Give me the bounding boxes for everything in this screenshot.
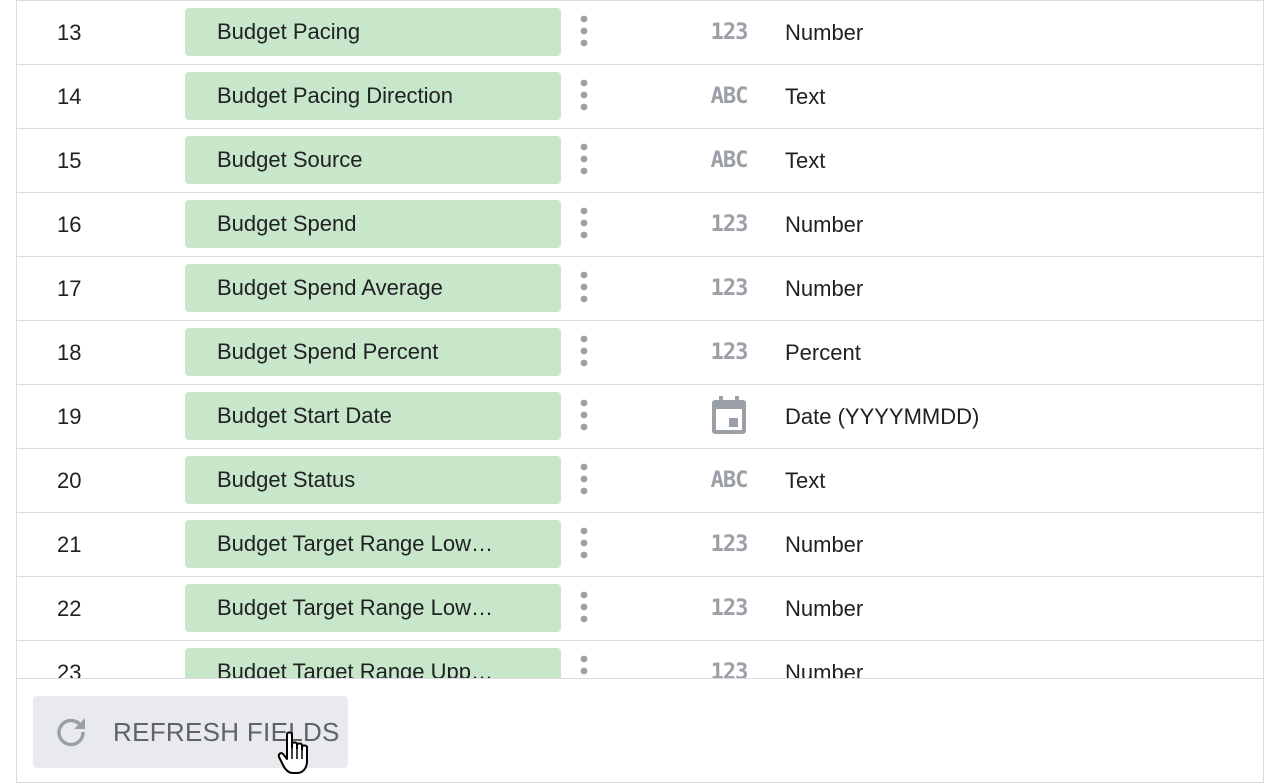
text-type-icon: ABC [710, 467, 749, 493]
field-type: Text [785, 84, 826, 109]
field-chip[interactable]: Budget Spend [185, 200, 561, 248]
number-type-icon: 123 [710, 531, 749, 557]
row-index: 14 [57, 84, 82, 109]
hand-cursor-icon [277, 731, 308, 774]
field-type: Number [785, 276, 864, 301]
table-row: 14 Budget Pacing Direction ABC Text [17, 64, 1263, 128]
table-row: 22 Budget Target Range Low… 123 Number [17, 576, 1263, 640]
field-chip[interactable]: Budget Spend Average [185, 264, 561, 312]
field-chip[interactable]: Budget Target Range Upp… [185, 648, 561, 678]
row-index: 13 [57, 20, 82, 45]
number-type-icon: 123 [710, 339, 749, 365]
table-row: 20 Budget Status ABC Text [17, 448, 1263, 512]
number-type-icon: 123 [710, 19, 749, 45]
table-row: 19 Budget Start Date Date (YYYYMMDD) [17, 384, 1263, 448]
table-row: 16 Budget Spend 123 Number [17, 192, 1263, 256]
number-type-icon: 123 [710, 211, 749, 237]
more-vert-icon[interactable] [575, 591, 593, 625]
field-type: Text [785, 468, 826, 493]
row-index: 20 [57, 468, 82, 493]
field-chip[interactable]: Budget Status [185, 456, 561, 504]
more-vert-icon[interactable] [575, 655, 593, 678]
field-chip[interactable]: Budget Source [185, 136, 561, 184]
more-vert-icon[interactable] [575, 463, 593, 497]
calendar-icon [705, 396, 753, 434]
number-type-icon: 123 [710, 595, 749, 621]
more-vert-icon[interactable] [575, 527, 593, 561]
more-vert-icon[interactable] [575, 143, 593, 177]
row-index: 17 [57, 276, 82, 301]
field-list[interactable]: 13 Budget Pacing 123 Number 14 Budget Pa… [17, 0, 1263, 678]
table-row: 21 Budget Target Range Low… 123 Number [17, 512, 1263, 576]
number-type-icon: 123 [710, 659, 749, 679]
field-chip[interactable]: Budget Pacing [185, 8, 561, 56]
text-type-icon: ABC [710, 83, 749, 109]
row-index: 15 [57, 148, 82, 173]
field-type: Number [785, 20, 864, 45]
fields-panel: 13 Budget Pacing 123 Number 14 Budget Pa… [16, 0, 1264, 783]
field-chip[interactable]: Budget Spend Percent [185, 328, 561, 376]
row-index: 23 [57, 660, 82, 678]
field-chip[interactable]: Budget Target Range Low… [185, 520, 561, 568]
more-vert-icon[interactable] [575, 335, 593, 369]
field-type: Percent [785, 340, 861, 365]
table-row: 13 Budget Pacing 123 Number [17, 0, 1263, 64]
table-row: 23 Budget Target Range Upp… 123 Number [17, 640, 1263, 678]
more-vert-icon[interactable] [575, 271, 593, 305]
refresh-icon [57, 718, 85, 747]
text-type-icon: ABC [710, 147, 749, 173]
number-type-icon: 123 [710, 275, 749, 301]
row-index: 16 [57, 212, 82, 237]
more-vert-icon[interactable] [575, 79, 593, 113]
field-type: Number [785, 532, 864, 557]
row-index: 19 [57, 404, 82, 429]
field-type: Number [785, 660, 864, 678]
field-chip[interactable]: Budget Start Date [185, 392, 561, 440]
row-index: 18 [57, 340, 82, 365]
more-vert-icon[interactable] [575, 207, 593, 241]
field-type: Number [785, 596, 864, 621]
fields-footer: REFRESH FIELDS [17, 678, 1263, 782]
table-row: 15 Budget Source ABC Text [17, 128, 1263, 192]
row-index: 21 [57, 532, 82, 557]
field-type: Number [785, 212, 864, 237]
row-index: 22 [57, 596, 82, 621]
field-type: Text [785, 148, 826, 173]
more-vert-icon[interactable] [575, 399, 593, 433]
field-type: Date (YYYYMMDD) [785, 404, 980, 429]
field-chip[interactable]: Budget Target Range Low… [185, 584, 561, 632]
more-vert-icon[interactable] [575, 15, 593, 49]
field-chip[interactable]: Budget Pacing Direction [185, 72, 561, 120]
table-row: 18 Budget Spend Percent 123 Percent [17, 320, 1263, 384]
table-row: 17 Budget Spend Average 123 Number [17, 256, 1263, 320]
